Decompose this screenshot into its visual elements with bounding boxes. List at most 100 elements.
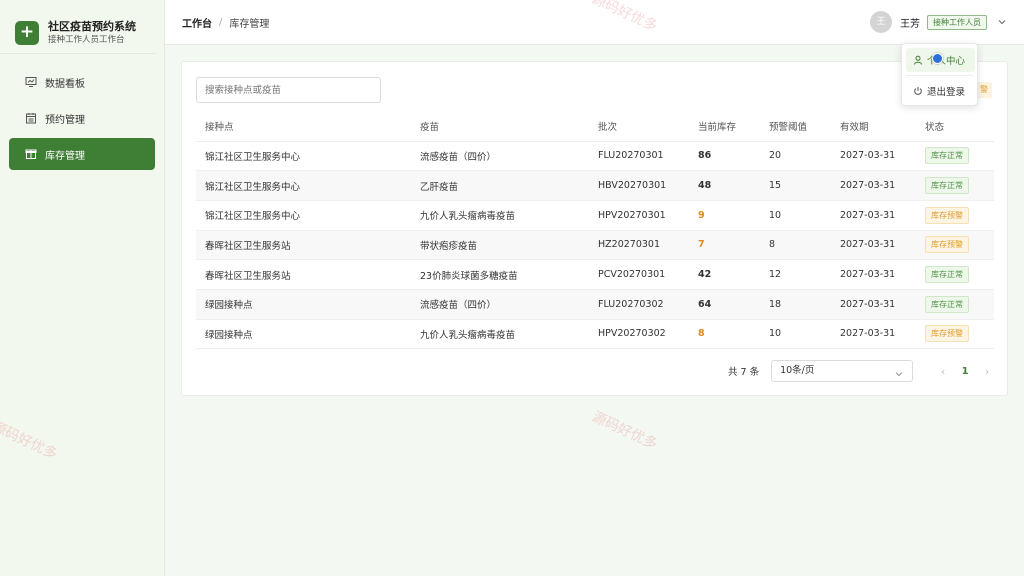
brand: + 社区疫苗预约系统 接种工作人员工作台 bbox=[0, 0, 156, 54]
chevron-down-icon[interactable] bbox=[997, 17, 1007, 27]
search-input[interactable] bbox=[196, 77, 381, 103]
cell-vaccine: 九价人乳头瘤病毒疫苗 bbox=[411, 200, 589, 231]
cell-status: 库存预警 bbox=[916, 200, 994, 231]
cell-stock: 7 bbox=[689, 230, 760, 261]
cell-vaccine: 流感疫苗（四价） bbox=[411, 289, 589, 320]
cell-expiry: 2027-03-31 bbox=[831, 200, 916, 231]
table-row: 锦江社区卫生服务中心 九价人乳头瘤病毒疫苗 HPV20270301 9 10 2… bbox=[196, 200, 994, 231]
breadcrumb-separator: / bbox=[219, 16, 223, 28]
cell-site: 锦江社区卫生服务中心 bbox=[196, 170, 411, 201]
table-row: 春晖社区卫生服务站 23价肺炎球菌多糖疫苗 PCV20270301 42 12 … bbox=[196, 259, 994, 290]
cell-threshold: 12 bbox=[760, 259, 831, 290]
table-header-row: 接种点 疫苗 批次 当前库存 预警阈值 有效期 状态 bbox=[196, 112, 994, 142]
cell-threshold: 20 bbox=[760, 141, 831, 172]
menu-divider bbox=[906, 75, 973, 76]
cell-status: 库存正常 bbox=[916, 170, 994, 201]
status-badge: 库存正常 bbox=[925, 147, 969, 165]
sidebar-item-label: 预约管理 bbox=[45, 114, 85, 126]
column-header: 接种点 bbox=[196, 112, 411, 142]
sidebar-item-label: 数据看板 bbox=[45, 78, 85, 90]
cell-threshold: 18 bbox=[760, 289, 831, 320]
column-header: 疫苗 bbox=[411, 112, 589, 142]
column-header: 预警阈值 bbox=[760, 112, 831, 142]
chevron-down-icon bbox=[894, 367, 904, 387]
cell-batch: PCV20270301 bbox=[589, 259, 689, 290]
sidebar-nav: 数据看板 预约管理 库存管理 bbox=[0, 54, 164, 170]
status-badge: 库存预警 bbox=[925, 236, 969, 254]
cell-stock: 9 bbox=[689, 200, 760, 231]
column-header: 有效期 bbox=[831, 112, 916, 142]
breadcrumb-current: 库存管理 bbox=[229, 18, 270, 30]
sidebar-item-inventory[interactable]: 库存管理 bbox=[9, 138, 155, 170]
cell-site: 绿园接种点 bbox=[196, 289, 411, 320]
column-header: 状态 bbox=[916, 112, 994, 142]
cell-expiry: 2027-03-31 bbox=[831, 289, 916, 320]
breadcrumb-root[interactable]: 工作台 bbox=[182, 15, 212, 30]
cell-status: 库存正常 bbox=[916, 289, 994, 320]
cell-stock: 48 bbox=[689, 170, 760, 201]
page-size-select[interactable]: 10条/页 bbox=[771, 360, 914, 382]
cell-batch: FLU20270301 bbox=[589, 141, 689, 172]
cell-status: 库存正常 bbox=[916, 259, 994, 290]
prev-page-button[interactable]: ‹ bbox=[933, 361, 953, 381]
sidebar-item-dashboard[interactable]: 数据看板 bbox=[9, 66, 155, 98]
page-number-current[interactable]: 1 bbox=[953, 361, 977, 381]
table-row: 绿园接种点 流感疫苗（四价） FLU20270302 64 18 2027-03… bbox=[196, 289, 994, 320]
mouse-cursor bbox=[932, 53, 943, 64]
table-row: 锦江社区卫生服务中心 乙肝疫苗 HBV20270301 48 15 2027-0… bbox=[196, 170, 994, 201]
cell-status: 库存预警 bbox=[916, 230, 994, 261]
calendar-icon bbox=[25, 112, 37, 124]
user-name: 王芳 bbox=[900, 18, 920, 30]
cell-batch: HPV20270301 bbox=[589, 200, 689, 231]
sidebar-item-label: 库存管理 bbox=[45, 150, 85, 162]
cell-batch: FLU20270302 bbox=[589, 289, 689, 320]
status-badge: 库存预警 bbox=[925, 206, 969, 224]
cell-vaccine: 乙肝疫苗 bbox=[411, 170, 589, 201]
cell-expiry: 2027-03-31 bbox=[831, 141, 916, 172]
inventory-card: 警 接种点 疫苗 批次 当前库存 预警阈值 有效期 状态 锦江社区卫生服务中心 … bbox=[181, 61, 1008, 396]
cell-stock: 42 bbox=[689, 259, 760, 290]
cell-vaccine: 九价人乳头瘤病毒疫苗 bbox=[411, 319, 589, 350]
cell-vaccine: 带状疱疹疫苗 bbox=[411, 230, 589, 261]
cell-threshold: 8 bbox=[760, 230, 831, 261]
status-badge: 库存正常 bbox=[925, 177, 969, 195]
sidebar: + 社区疫苗预约系统 接种工作人员工作台 数据看板 预约管理 库存管理 bbox=[0, 0, 165, 576]
brand-subtitle: 接种工作人员工作台 bbox=[48, 34, 125, 45]
user-menu-trigger[interactable]: 王 王芳 接种工作人员 bbox=[870, 11, 1007, 33]
pagination: 共 7 条 10条/页 ‹ 1 › bbox=[728, 360, 997, 382]
next-page-button[interactable]: › bbox=[977, 361, 997, 381]
menu-item-logout[interactable]: 退出登录 bbox=[906, 79, 975, 103]
cell-stock: 64 bbox=[689, 289, 760, 320]
cell-batch: HZ20270301 bbox=[589, 230, 689, 261]
page-size-value: 10条/页 bbox=[780, 365, 815, 376]
table-row: 绿园接种点 九价人乳头瘤病毒疫苗 HPV20270302 8 10 2027-0… bbox=[196, 319, 994, 350]
cell-threshold: 10 bbox=[760, 319, 831, 350]
cell-site: 锦江社区卫生服务中心 bbox=[196, 141, 411, 172]
role-badge: 接种工作人员 bbox=[927, 14, 987, 30]
cell-status: 库存正常 bbox=[916, 141, 994, 172]
plus-icon: + bbox=[15, 21, 39, 45]
avatar: 王 bbox=[870, 11, 892, 33]
sidebar-item-appointments[interactable]: 预约管理 bbox=[9, 102, 155, 134]
table-row: 锦江社区卫生服务中心 流感疫苗（四价） FLU20270301 86 20 20… bbox=[196, 141, 994, 172]
inventory-box-icon bbox=[25, 148, 37, 160]
menu-item-label: 退出登录 bbox=[927, 87, 966, 98]
cell-status: 库存预警 bbox=[916, 319, 994, 350]
cell-expiry: 2027-03-31 bbox=[831, 170, 916, 201]
cell-site: 锦江社区卫生服务中心 bbox=[196, 200, 411, 231]
dashboard-icon bbox=[25, 76, 37, 88]
cell-vaccine: 23价肺炎球菌多糖疫苗 bbox=[411, 259, 589, 290]
column-header: 当前库存 bbox=[689, 112, 760, 142]
column-header: 批次 bbox=[589, 112, 689, 142]
power-icon bbox=[913, 86, 923, 96]
cell-site: 春晖社区卫生服务站 bbox=[196, 230, 411, 261]
cell-stock: 86 bbox=[689, 141, 760, 172]
cell-threshold: 10 bbox=[760, 200, 831, 231]
status-badge: 库存预警 bbox=[925, 325, 969, 343]
cell-expiry: 2027-03-31 bbox=[831, 230, 916, 261]
status-badge: 库存正常 bbox=[925, 295, 969, 313]
inventory-table: 接种点 疫苗 批次 当前库存 预警阈值 有效期 状态 锦江社区卫生服务中心 流感… bbox=[196, 112, 994, 350]
cell-stock: 8 bbox=[689, 319, 760, 350]
cell-expiry: 2027-03-31 bbox=[831, 319, 916, 350]
watermark: 源码好优多 bbox=[589, 408, 660, 453]
